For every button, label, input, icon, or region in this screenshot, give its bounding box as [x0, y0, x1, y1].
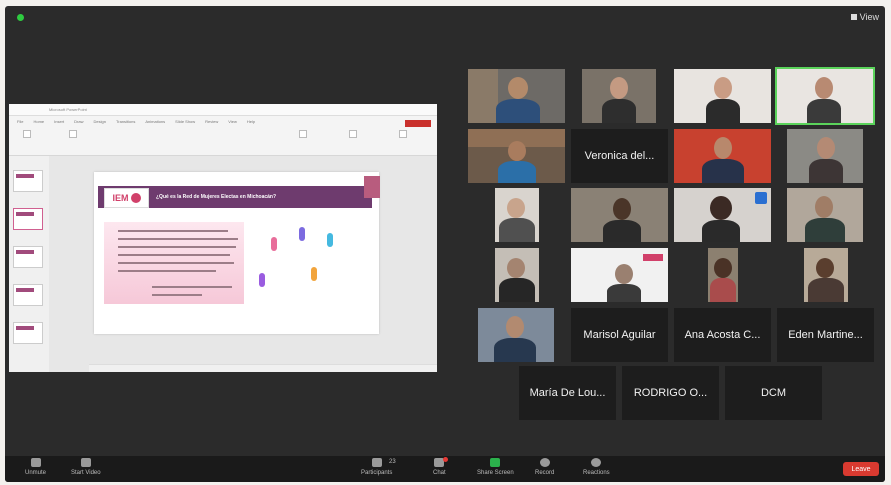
participant-tile[interactable] [468, 69, 565, 123]
start-video-button[interactable]: Start Video [71, 458, 101, 476]
slide-thumbnails [9, 156, 49, 372]
chat-notification-badge [443, 457, 448, 462]
reactions-icon [591, 458, 602, 467]
participant-tile[interactable]: DCM [725, 366, 822, 420]
participants-button[interactable]: Participants [361, 458, 392, 476]
participants-icon [371, 458, 382, 467]
meeting-toolbar: Unmute Start Video Participants 23 Chat … [5, 456, 885, 482]
ribbon-tab[interactable]: Transitions [116, 119, 135, 124]
participant-tile[interactable] [571, 248, 668, 302]
slide-thumbnail[interactable] [13, 322, 43, 344]
participant-tile[interactable] [674, 69, 771, 123]
shapes-icon [299, 130, 307, 138]
paste-icon [23, 130, 31, 138]
participant-name: Marisol Aguilar [583, 329, 656, 341]
slide-body [104, 222, 244, 304]
grid-icon [850, 14, 857, 20]
ribbon-tab[interactable]: Draw [74, 119, 83, 124]
participant-tile[interactable] [478, 308, 554, 362]
current-slide: IEM ¿Qué es la Red de Mujeres Electas en… [94, 172, 380, 334]
participant-tile[interactable] [804, 248, 848, 302]
slide-thumbnail[interactable] [13, 284, 43, 306]
slide-thumbnail-selected[interactable] [13, 208, 43, 230]
powerpoint-share-button[interactable] [405, 120, 431, 127]
participant-tile[interactable] [495, 248, 539, 302]
participant-tile[interactable]: María De Lou... [519, 366, 616, 420]
participants-count: 23 [389, 459, 396, 465]
participant-tile[interactable] [571, 188, 668, 242]
ribbon-tab[interactable]: Help [247, 119, 255, 124]
powerpoint-title: Microsoft PowerPoint [49, 107, 87, 112]
record-button[interactable]: Record [535, 458, 554, 476]
participant-tile[interactable] [674, 129, 771, 183]
participant-tile[interactable]: Eden Martine... [777, 308, 874, 362]
ribbon-tab[interactable]: Home [33, 119, 44, 124]
reactions-button[interactable]: Reactions [583, 458, 610, 476]
ribbon-tab[interactable]: Design [93, 119, 105, 124]
video-off-icon [80, 458, 91, 467]
slide-thumbnail[interactable] [13, 246, 43, 268]
participant-tile[interactable] [495, 188, 539, 242]
participant-name: DCM [760, 387, 787, 399]
ribbon-tab[interactable]: File [17, 119, 23, 124]
participant-tile[interactable]: Veronica del... [571, 129, 668, 183]
ribbon-tab[interactable]: View [228, 119, 237, 124]
participant-tile[interactable] [787, 188, 863, 242]
ribbon-tab[interactable]: Animations [145, 119, 165, 124]
powerpoint-ribbon: File Home Insert Draw Design Transitions Anima… [9, 116, 437, 156]
ribbon-tab[interactable]: Review [205, 119, 218, 124]
status-bar [89, 364, 437, 372]
participant-tile[interactable] [582, 69, 656, 123]
participant-tile[interactable]: Ana Acosta C... [674, 308, 771, 362]
security-icon[interactable] [17, 14, 24, 21]
share-screen-icon [490, 458, 501, 467]
participant-tile[interactable] [674, 188, 771, 242]
find-icon [349, 130, 357, 138]
participant-tile[interactable] [708, 248, 738, 302]
top-bar: View [5, 6, 885, 28]
slide-accent [364, 176, 380, 198]
leave-button[interactable]: Leave [843, 462, 879, 476]
new-slide-icon [69, 130, 77, 138]
shared-screen[interactable]: Microsoft PowerPoint File Home Insert Draw D… [9, 104, 437, 372]
participant-name: RODRIGO O... [633, 387, 708, 399]
participant-tile[interactable] [468, 129, 565, 183]
unmute-button[interactable]: Unmute [25, 458, 46, 476]
slide-title: ¿Qué es la Red de Mujeres Electas en Mic… [156, 194, 277, 200]
participant-tile[interactable]: Marisol Aguilar [571, 308, 668, 362]
participant-name: Ana Acosta C... [684, 329, 761, 341]
participant-name: María De Lou... [529, 387, 606, 399]
view-button[interactable]: View [850, 12, 879, 22]
ribbon-tabs: File Home Insert Draw Design Transitions Anima… [9, 116, 437, 127]
iem-logo: IEM [104, 188, 149, 208]
ribbon-tab[interactable]: Slide Show [175, 119, 195, 124]
dictate-icon [399, 130, 407, 138]
share-screen-button[interactable]: Share Screen [477, 458, 514, 476]
microphone-muted-icon [30, 458, 41, 467]
participant-tile[interactable] [787, 129, 863, 183]
slide-thumbnail[interactable] [13, 170, 43, 192]
meeting-window: View Microsoft PowerPoint File Home Insert… [5, 6, 885, 482]
powerpoint-titlebar: Microsoft PowerPoint [9, 104, 437, 116]
participant-name: Veronica del... [584, 150, 655, 162]
record-icon [539, 458, 550, 467]
slide-editor: IEM ¿Qué es la Red de Mujeres Electas en… [49, 156, 437, 372]
chat-button[interactable]: Chat [433, 457, 448, 476]
ribbon-tab[interactable]: Insert [54, 119, 64, 124]
participant-tile[interactable]: RODRIGO O... [622, 366, 719, 420]
participant-tile[interactable] [775, 67, 875, 125]
participant-name: Eden Martine... [788, 329, 863, 341]
